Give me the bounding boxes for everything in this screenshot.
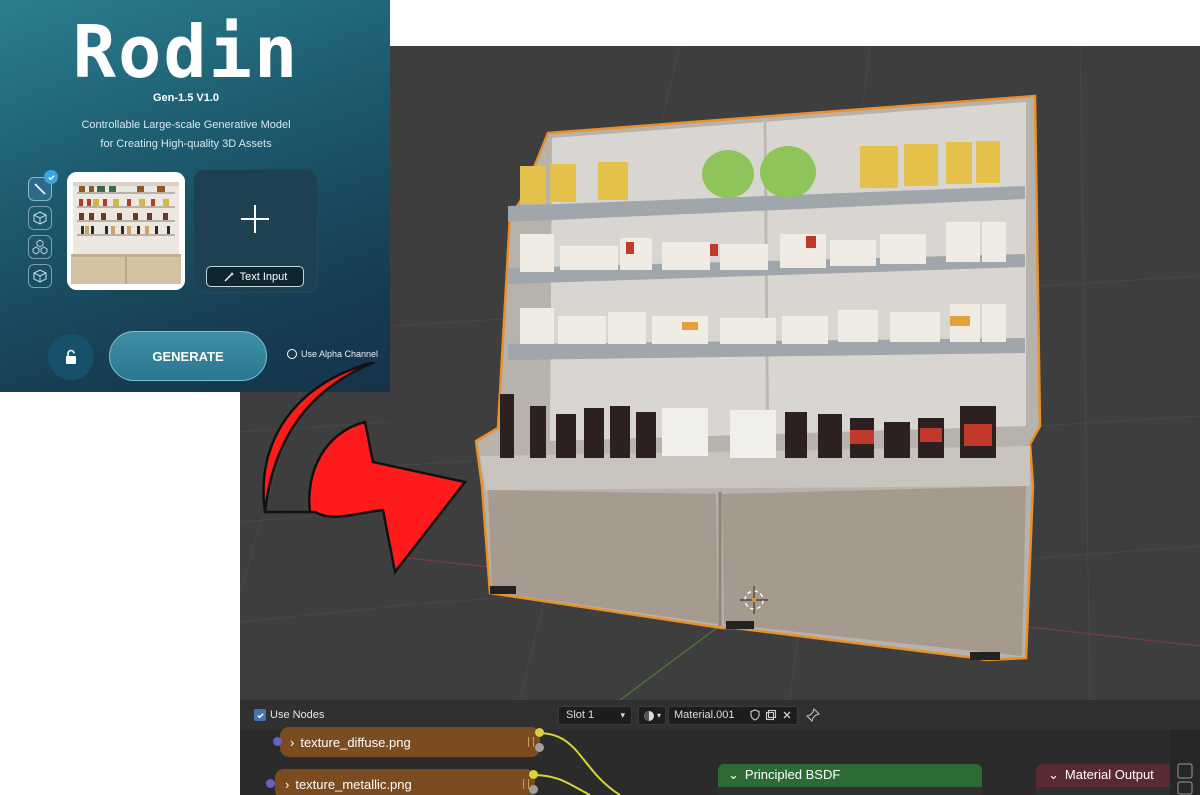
alpha-channel-radio[interactable] <box>287 349 297 359</box>
lock-button[interactable] <box>48 334 94 380</box>
alpha-output-socket[interactable] <box>529 785 538 794</box>
generate-button[interactable]: GENERATE <box>109 331 267 381</box>
rodin-tagline-line2: for Creating High-quality 3D Assets <box>100 138 272 150</box>
input-image-thumbnail[interactable] <box>67 172 185 290</box>
alpha-channel-label: Use Alpha Channel <box>301 349 379 359</box>
chevron-down-icon: ⌄ <box>728 767 739 782</box>
principled-bsdf-label: Principled BSDF <box>744 767 841 782</box>
slash-icon <box>34 183 46 195</box>
rodin-version: Gen-1.5 V1.0 <box>152 92 220 104</box>
check-badge-icon <box>44 170 58 184</box>
grid-tool-icon[interactable] <box>1177 763 1193 779</box>
color-output-socket[interactable] <box>529 770 538 779</box>
chevron-right-icon: › <box>290 734 295 750</box>
texture-metallic-node[interactable]: › texture_metallic.png <box>275 769 535 795</box>
color-output-socket[interactable] <box>535 728 544 737</box>
view-tool-icon[interactable] <box>1177 781 1193 795</box>
alpha-channel-option[interactable]: Use Alpha Channel <box>287 349 378 359</box>
multi-cube-tool[interactable] <box>28 235 52 259</box>
material-output-label: Material Output <box>1064 767 1154 782</box>
rodin-panel: Rodin Gen-1.5 V1.0 Controllable Large-sc… <box>0 0 390 392</box>
add-input-card[interactable]: Text Input <box>193 169 318 293</box>
shelf-thumbnail-image <box>67 172 185 290</box>
node-sidebar-tools <box>1170 730 1200 795</box>
chevron-right-icon: › <box>285 776 290 792</box>
viewport-scene <box>390 46 1200 700</box>
cubes-icon <box>32 239 48 255</box>
magic-wand-icon <box>224 271 234 281</box>
bounding-box-tool[interactable] <box>28 264 52 288</box>
chevron-down-icon: ⌄ <box>1048 767 1059 782</box>
cube-tool[interactable] <box>28 206 52 230</box>
texture-metallic-label: texture_metallic.png <box>295 776 412 792</box>
shelf-model[interactable] <box>474 94 1042 662</box>
text-input-label: Text Input <box>239 270 288 283</box>
3d-viewport[interactable] <box>390 46 1200 700</box>
box-outline-icon <box>33 269 47 283</box>
red-arrow-icon <box>262 362 468 575</box>
shader-node-editor[interactable]: Use Nodes Slot 1 ▾ ▾ Material.001 › text… <box>240 700 1200 795</box>
unlock-icon <box>66 349 76 364</box>
principled-bsdf-body <box>718 787 982 795</box>
drag-handle-icon[interactable] <box>528 737 534 747</box>
rodin-tagline: Controllable Large-scale Generative Mode… <box>0 116 372 154</box>
drag-handle-icon[interactable] <box>523 779 529 789</box>
text-input-button[interactable]: Text Input <box>206 266 304 287</box>
rodin-tagline-line1: Controllable Large-scale Generative Mode… <box>81 119 291 131</box>
cube-icon <box>33 211 47 225</box>
alpha-output-socket[interactable] <box>535 743 544 752</box>
vector-input-socket[interactable] <box>266 779 275 788</box>
texture-diffuse-label: texture_diffuse.png <box>300 734 411 750</box>
plus-icon <box>241 205 269 233</box>
rodin-logo: Rodin <box>72 10 300 94</box>
vector-input-socket[interactable] <box>273 737 282 746</box>
texture-diffuse-node[interactable]: › texture_diffuse.png <box>280 727 540 757</box>
